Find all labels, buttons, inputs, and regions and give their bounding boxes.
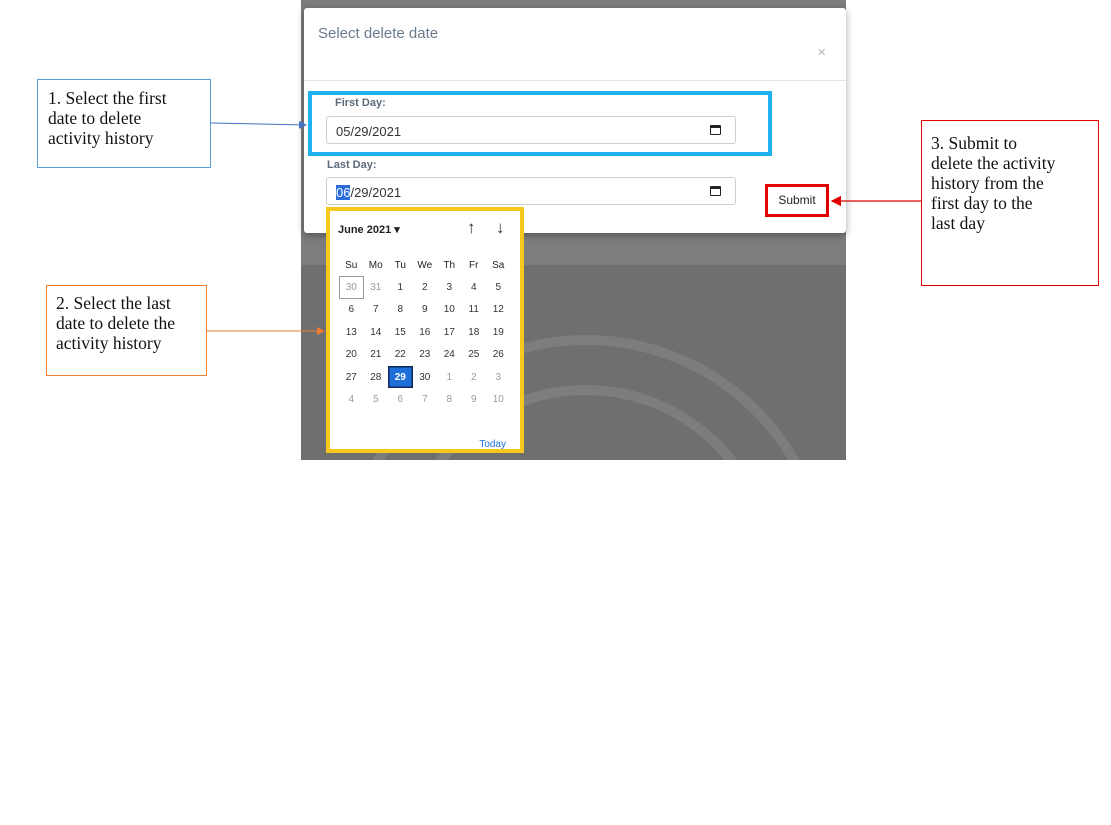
annotation-arrows	[207, 120, 921, 335]
arrow-step-1	[210, 120, 307, 129]
